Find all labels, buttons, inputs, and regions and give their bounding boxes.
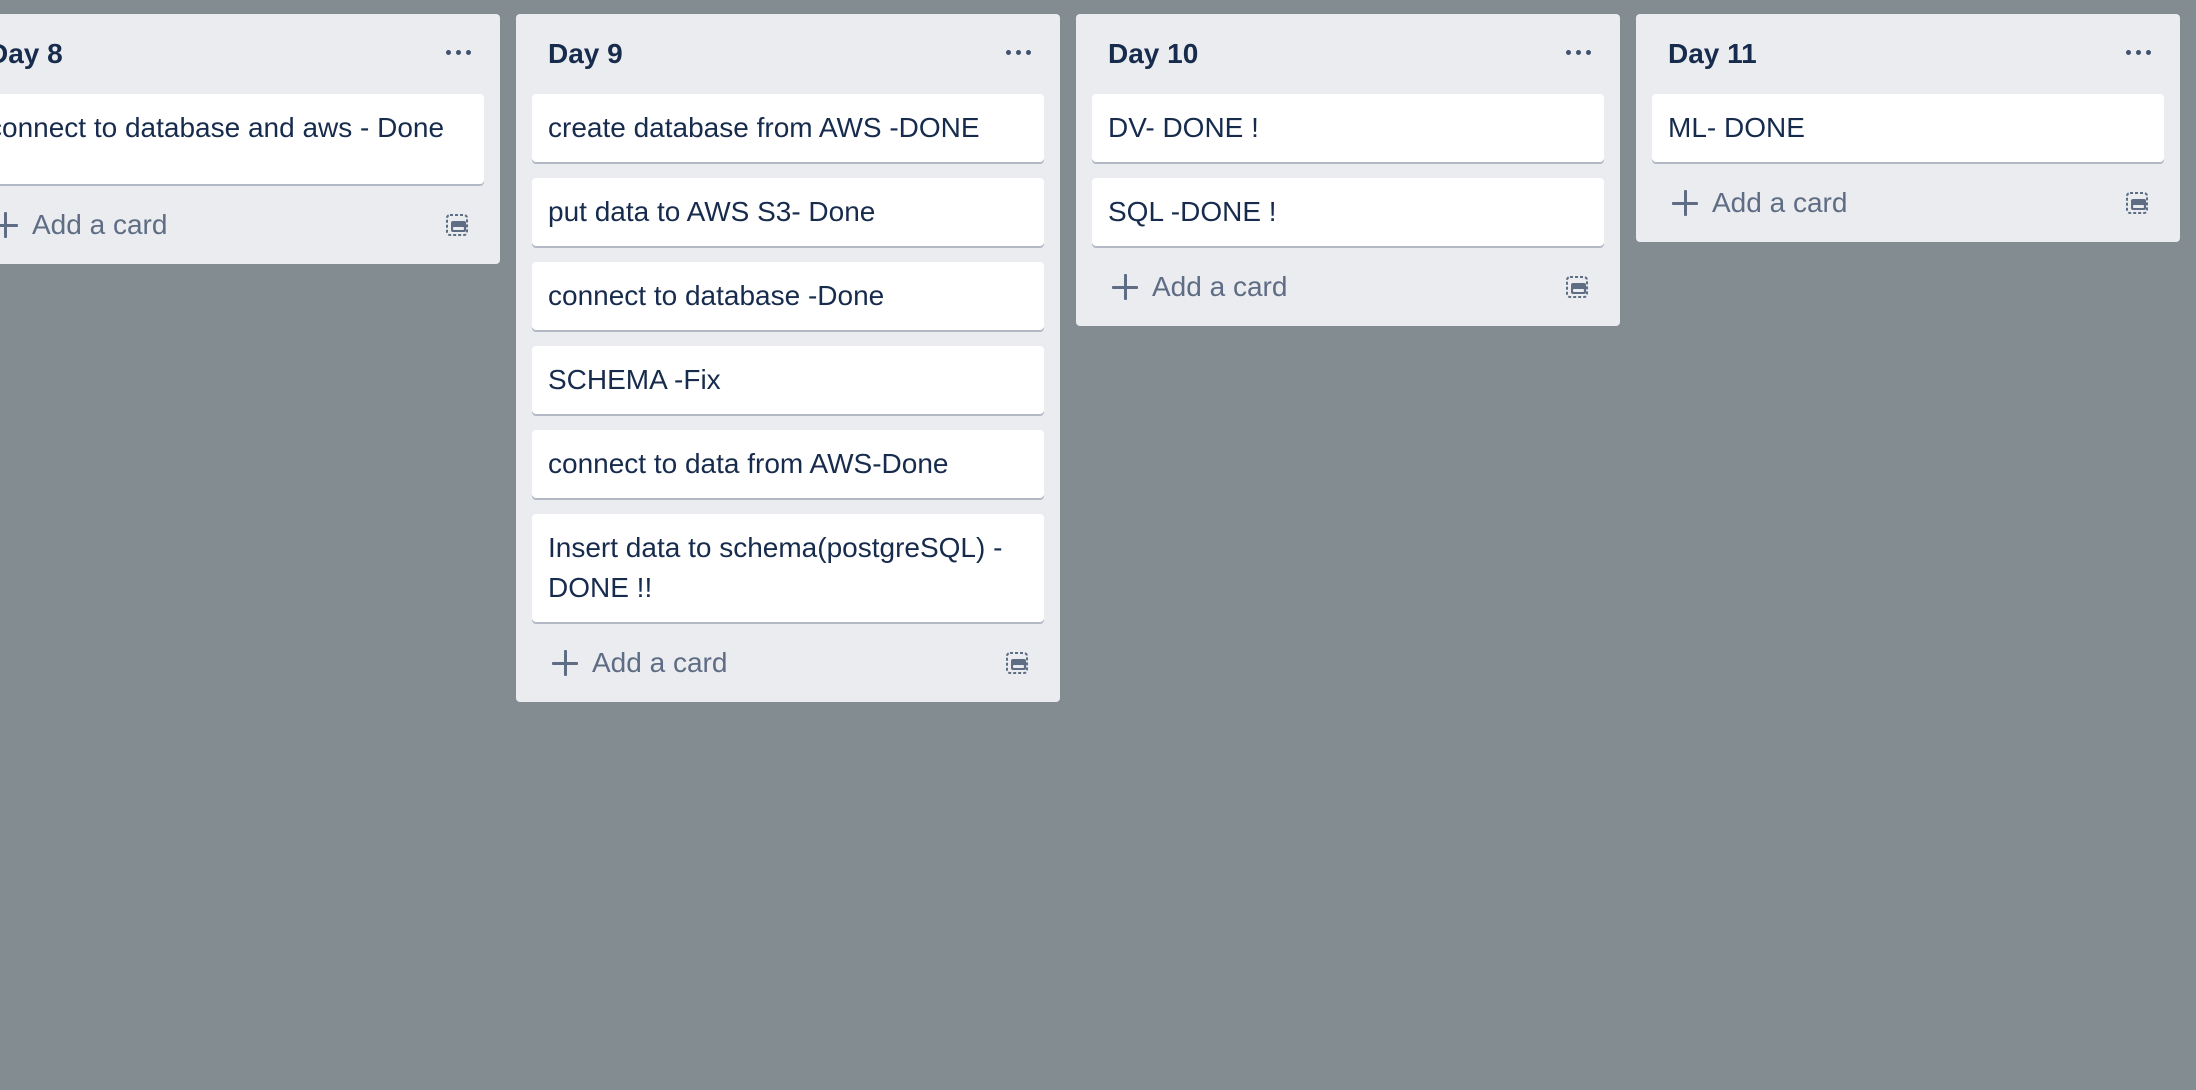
add-card-row: Add a card <box>0 200 484 250</box>
list-day-8: Day 8 connect to database and aws - Done… <box>0 14 500 264</box>
list-title[interactable]: Day 11 <box>1668 38 1757 70</box>
add-card-button[interactable]: Add a card <box>532 638 727 688</box>
list-menu-button[interactable] <box>438 38 478 66</box>
list-header: Day 9 <box>532 14 1044 94</box>
add-card-label: Add a card <box>32 209 168 240</box>
add-card-row: Add a card <box>1652 178 2164 228</box>
list-day-11: Day 11 ML- DONE Add a card <box>1636 14 2180 242</box>
card[interactable]: ML- DONE <box>1652 94 2164 162</box>
card-template-icon[interactable] <box>1564 274 1590 300</box>
add-card-button[interactable]: Add a card <box>1092 262 1287 312</box>
card[interactable]: DV- DONE ! <box>1092 94 1604 162</box>
card[interactable]: create database from AWS -DONE <box>532 94 1044 162</box>
add-card-button[interactable]: Add a card <box>1652 178 1847 228</box>
more-horizontal-icon-dot <box>455 49 461 55</box>
list-menu-button[interactable] <box>2118 38 2158 66</box>
card[interactable]: SCHEMA -Fix <box>532 346 1044 414</box>
list-day-9: Day 9 create database from AWS -DONE put… <box>516 14 1060 702</box>
add-card-button[interactable]: Add a card <box>0 200 167 250</box>
list-day-10: Day 10 DV- DONE ! SQL -DONE ! Add a card <box>1076 14 1620 326</box>
plus-icon <box>1672 190 1698 216</box>
board: Day 8 connect to database and aws - Done… <box>0 0 2196 1090</box>
card[interactable]: put data to AWS S3- Done <box>532 178 1044 246</box>
card[interactable]: connect to data from AWS-Done <box>532 430 1044 498</box>
add-card-row: Add a card <box>532 638 1044 688</box>
list-title[interactable]: Day 9 <box>548 38 623 70</box>
list-title[interactable]: Day 8 <box>0 38 63 70</box>
list-header: Day 10 <box>1092 14 1604 94</box>
list-header: Day 8 <box>0 14 484 94</box>
more-horizontal-icon-dot <box>1015 49 1021 55</box>
card-template-icon[interactable] <box>1004 650 1030 676</box>
list-menu-button[interactable] <box>1558 38 1598 66</box>
add-card-label: Add a card <box>1152 271 1288 302</box>
card-template-icon[interactable] <box>2124 190 2150 216</box>
more-horizontal-icon <box>1005 49 1011 55</box>
more-horizontal-icon-dot <box>2145 49 2151 55</box>
add-card-row: Add a card <box>1092 262 1604 312</box>
plus-icon <box>0 212 18 238</box>
more-horizontal-icon-dot <box>2135 49 2141 55</box>
card[interactable]: SQL -DONE ! <box>1092 178 1604 246</box>
more-horizontal-icon <box>1565 49 1571 55</box>
more-horizontal-icon-dot <box>1025 49 1031 55</box>
list-title[interactable]: Day 10 <box>1108 38 1198 70</box>
card[interactable]: Insert data to schema(postgreSQL) - DONE… <box>532 514 1044 622</box>
card[interactable]: connect to database and aws - Done <box>0 94 484 184</box>
plus-icon <box>552 650 578 676</box>
more-horizontal-icon <box>445 49 451 55</box>
more-horizontal-icon <box>2125 49 2131 55</box>
add-card-label: Add a card <box>1712 187 1848 218</box>
card[interactable]: connect to database -Done <box>532 262 1044 330</box>
more-horizontal-icon-dot <box>1585 49 1591 55</box>
card-template-icon[interactable] <box>444 212 470 238</box>
plus-icon <box>1112 274 1138 300</box>
list-header: Day 11 <box>1652 14 2164 94</box>
more-horizontal-icon-dot <box>1575 49 1581 55</box>
list-menu-button[interactable] <box>998 38 1038 66</box>
more-horizontal-icon-dot <box>465 49 471 55</box>
add-card-label: Add a card <box>592 647 728 678</box>
